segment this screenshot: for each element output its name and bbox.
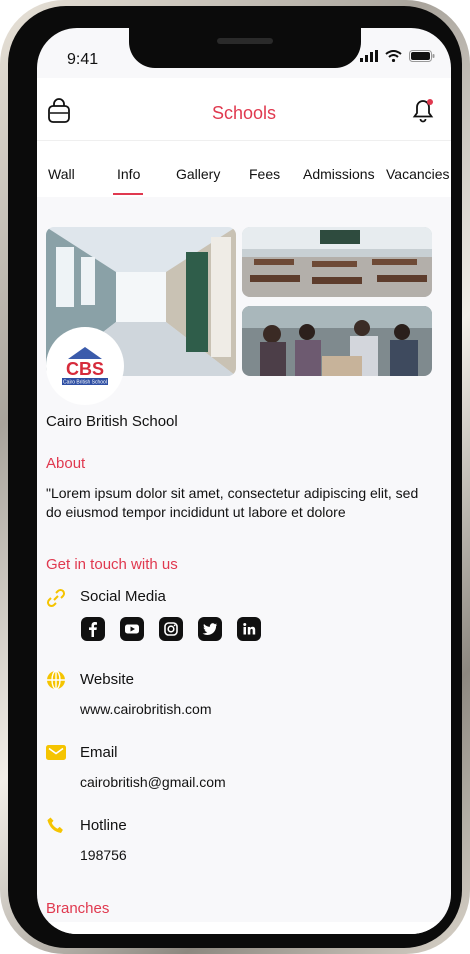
notch	[129, 28, 361, 68]
phone-icon	[47, 817, 63, 833]
screen: 9:41 Schools Wall Info Gallery Fees Admi…	[37, 28, 451, 934]
tab-vacancies[interactable]: Vacancies	[386, 166, 450, 182]
tab-wall[interactable]: Wall	[48, 166, 75, 182]
wifi-icon	[385, 50, 402, 62]
youtube-icon[interactable]	[120, 617, 144, 641]
active-tab-indicator	[113, 193, 143, 195]
students-photo[interactable]	[242, 306, 432, 376]
website-link[interactable]: www.cairobritish.com	[80, 701, 211, 717]
social-media-label: Social Media	[80, 588, 166, 605]
logo-text: CBS	[66, 359, 104, 379]
hotline-number[interactable]: 198756	[80, 847, 127, 863]
bell-icon[interactable]	[411, 98, 435, 124]
link-icon	[46, 588, 66, 608]
app-header: Schools	[37, 78, 451, 140]
email-icon	[46, 745, 66, 760]
phone-bezel: 9:41 Schools Wall Info Gallery Fees Admi…	[8, 6, 462, 948]
contact-heading: Get in touch with us	[46, 556, 178, 573]
instagram-icon[interactable]	[159, 617, 183, 641]
tab-admissions[interactable]: Admissions	[303, 166, 375, 182]
tab-bar: Wall Info Gallery Fees Admissions Vacanc…	[37, 140, 451, 197]
speaker	[217, 38, 273, 44]
signal-icon	[360, 50, 378, 62]
about-heading: About	[46, 455, 86, 472]
hotline-label: Hotline	[80, 817, 127, 834]
globe-icon	[47, 670, 65, 690]
status-icons	[360, 50, 435, 62]
school-logo: CBS Cairo British School	[46, 327, 124, 405]
email-label: Email	[80, 744, 118, 761]
branches-heading: Branches	[46, 900, 110, 917]
website-label: Website	[80, 671, 134, 688]
about-text: "Lorem ipsum dolor sit amet, consectetur…	[46, 485, 419, 520]
school-name: Cairo British School	[46, 413, 178, 430]
classroom-photo[interactable]	[242, 227, 432, 297]
facebook-icon[interactable]	[81, 617, 105, 641]
linkedin-icon[interactable]	[237, 617, 261, 641]
twitter-icon[interactable]	[198, 617, 222, 641]
status-time: 9:41	[67, 51, 99, 68]
logo-caption: Cairo British School	[63, 380, 107, 386]
email-link[interactable]: cairobritish@gmail.com	[80, 774, 226, 790]
tab-gallery[interactable]: Gallery	[176, 166, 220, 182]
phone-frame: 9:41 Schools Wall Info Gallery Fees Admi…	[0, 0, 470, 954]
tab-info[interactable]: Info	[117, 166, 140, 182]
battery-icon	[409, 50, 435, 62]
branches-list-edge	[37, 922, 451, 934]
page-title: Schools	[211, 103, 277, 123]
tab-fees[interactable]: Fees	[249, 166, 280, 182]
